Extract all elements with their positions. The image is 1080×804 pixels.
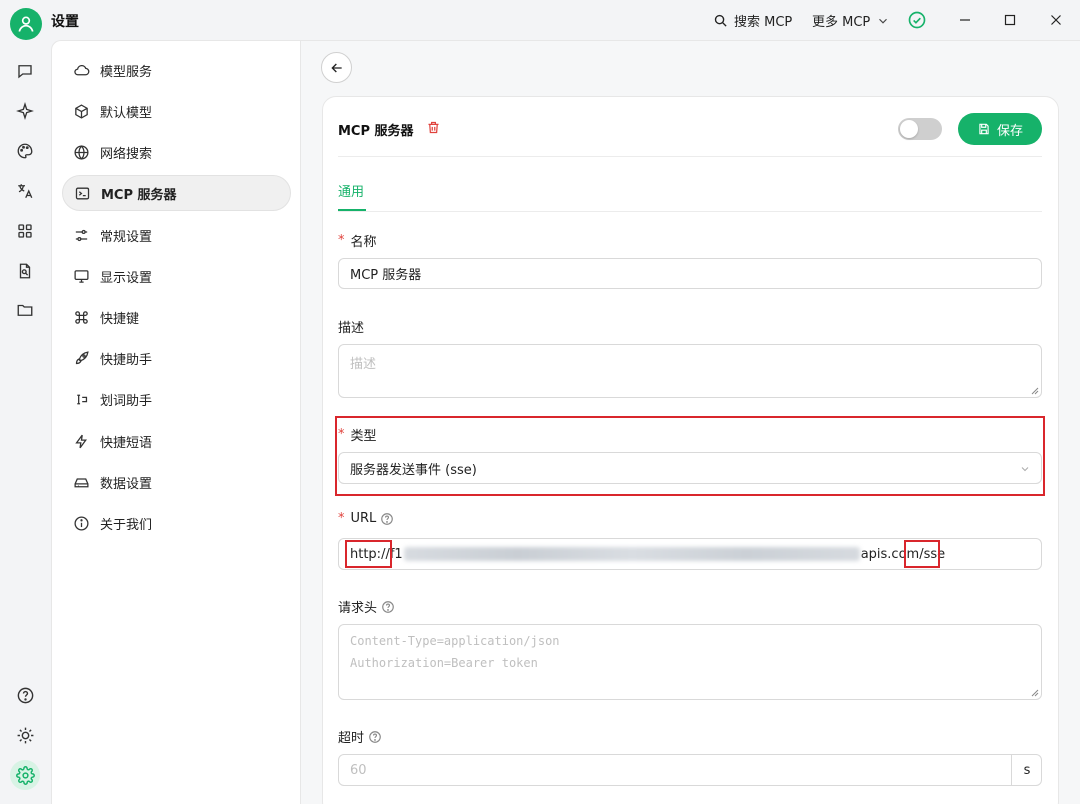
help-circle-icon[interactable] xyxy=(380,512,394,526)
help-circle-icon[interactable] xyxy=(368,730,382,744)
delete-button[interactable] xyxy=(426,120,442,136)
file-search-icon[interactable] xyxy=(15,261,35,281)
more-mcp-label: 更多 MCP xyxy=(812,15,871,30)
chevron-down-icon xyxy=(879,18,888,24)
nav-item-about-us[interactable]: 关于我们 xyxy=(62,505,291,541)
more-mcp-dropdown[interactable]: 更多 MCP xyxy=(812,11,890,30)
headers-label: 请求头 xyxy=(338,597,395,616)
chevron-down-icon xyxy=(1021,467,1029,472)
cloud-icon xyxy=(72,61,90,79)
cube-icon xyxy=(72,102,90,120)
name-label: * 名称 xyxy=(338,233,377,250)
description-label: 描述 xyxy=(338,321,365,336)
nav-item-general-settings[interactable]: 常规设置 xyxy=(62,217,291,253)
palette-icon[interactable] xyxy=(15,141,35,161)
description-textarea[interactable]: 描述 xyxy=(338,344,1042,398)
command-icon xyxy=(72,308,90,326)
name-input[interactable]: MCP 服务器 xyxy=(338,258,1042,289)
save-icon xyxy=(979,123,989,135)
nav-item-web-search[interactable]: 网络搜索 xyxy=(62,134,291,170)
nav-item-data-settings[interactable]: 数据设置 xyxy=(62,464,291,500)
search-mcp-label: 搜索 MCP xyxy=(734,15,793,30)
title-bar: 设置 搜索 MCP 更多 MCP xyxy=(0,0,1080,40)
theme-icon[interactable] xyxy=(15,725,35,745)
settings-gear-icon[interactable] xyxy=(15,765,35,785)
avatar[interactable] xyxy=(10,8,42,40)
url-domain: apis.com xyxy=(860,546,920,562)
timeout-label: 超时 xyxy=(338,727,382,746)
back-button[interactable] xyxy=(321,52,352,83)
header-divider xyxy=(338,156,1042,157)
minimize-button[interactable] xyxy=(955,10,975,30)
timeout-unit: s xyxy=(1011,755,1042,785)
nav-item-quick-phrases[interactable]: 快捷短语 xyxy=(62,423,291,459)
url-start: f1 xyxy=(389,546,403,562)
chat-icon[interactable] xyxy=(15,61,35,81)
search-mcp-button[interactable]: 搜索 MCP xyxy=(713,11,792,30)
apps-grid-icon[interactable] xyxy=(15,221,35,241)
help-circle-icon[interactable] xyxy=(381,600,395,614)
nav-item-model-service[interactable]: 模型服务 xyxy=(62,52,291,88)
sliders-icon xyxy=(72,226,90,244)
resize-handle-icon[interactable] xyxy=(1031,689,1039,697)
nav-item-shortcuts[interactable]: 快捷键 xyxy=(62,299,291,335)
help-icon[interactable] xyxy=(15,685,35,705)
user-icon xyxy=(18,16,34,32)
save-button[interactable]: 保存 xyxy=(958,113,1042,145)
url-label: * URL xyxy=(338,511,394,526)
nav-item-selection-assistant[interactable]: 划词助手 xyxy=(62,381,291,417)
arrow-left-icon xyxy=(330,63,342,72)
info-icon xyxy=(72,514,90,532)
timeout-input[interactable]: 60 xyxy=(338,754,1042,786)
globe-icon xyxy=(72,143,90,161)
close-button[interactable] xyxy=(1046,10,1066,30)
sparkle-icon[interactable] xyxy=(15,101,35,121)
nav-item-display-settings[interactable]: 显示设置 xyxy=(62,258,291,294)
terminal-icon xyxy=(73,184,91,202)
settings-nav: 模型服务 默认模型 网络搜索 MCP 服务器 常规设置 显示设置 快捷键 快捷助… xyxy=(51,40,300,804)
hard-drive-icon xyxy=(72,473,90,491)
required-marker: * xyxy=(338,511,345,526)
trash-icon xyxy=(428,121,439,134)
tabs-divider xyxy=(338,211,1042,212)
app-title: 设置 xyxy=(51,14,79,30)
url-redacted xyxy=(403,547,860,561)
save-label: 保存 xyxy=(996,123,1023,139)
text-select-icon xyxy=(72,390,90,408)
toggle-knob xyxy=(900,120,918,138)
maximize-button[interactable] xyxy=(1000,10,1020,30)
required-marker: * xyxy=(338,233,345,248)
maximize-icon xyxy=(1004,14,1016,26)
type-label: * 类型 xyxy=(338,427,377,444)
tab-general[interactable]: 通用 xyxy=(338,181,364,200)
minimize-icon xyxy=(960,19,970,21)
status-check-icon[interactable] xyxy=(907,10,927,30)
type-select[interactable]: 服务器发送事件 (sse) xyxy=(338,452,1042,484)
server-title: MCP 服务器 xyxy=(338,124,414,139)
close-icon xyxy=(1051,15,1061,25)
zap-icon xyxy=(72,432,90,450)
server-enable-toggle[interactable] xyxy=(898,118,942,140)
nav-item-quick-assistant[interactable]: 快捷助手 xyxy=(62,340,291,376)
monitor-icon xyxy=(72,267,90,285)
folder-icon[interactable] xyxy=(15,300,35,320)
url-suffix: /sse xyxy=(919,546,946,562)
resize-handle-icon[interactable] xyxy=(1031,387,1039,395)
nav-item-default-model[interactable]: 默认模型 xyxy=(62,93,291,129)
headers-textarea[interactable]: Content-Type=application/json Authorizat… xyxy=(338,624,1042,700)
url-input[interactable]: http://f1 apis.com/sse xyxy=(338,538,1042,570)
translate-icon[interactable] xyxy=(15,181,35,201)
rocket-icon xyxy=(72,349,90,367)
search-icon xyxy=(714,14,727,27)
url-prefix: http:// xyxy=(350,546,390,562)
nav-item-mcp-server[interactable]: MCP 服务器 xyxy=(62,175,291,211)
required-marker: * xyxy=(338,427,345,442)
